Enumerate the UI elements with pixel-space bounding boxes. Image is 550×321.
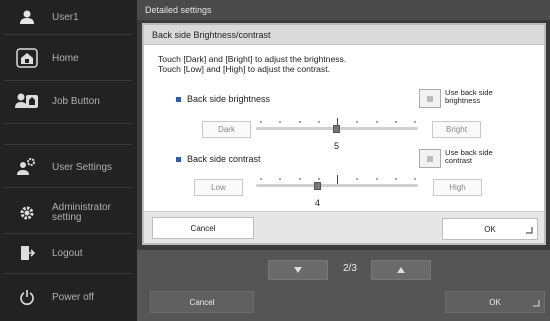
slider-tick	[376, 178, 378, 180]
brightness-label: Back side brightness	[187, 94, 271, 104]
sidebar-item-label: Home	[52, 52, 79, 64]
enter-icon	[525, 227, 533, 236]
user-name: User1	[52, 11, 79, 23]
slider-tick	[299, 178, 301, 180]
slider-tick	[376, 121, 378, 123]
instruction-line: Touch [Low] and [High] to adjust the con…	[158, 64, 330, 74]
contrast-label: Back side contrast	[187, 154, 261, 164]
sidebar-item-label: User Settings	[52, 161, 113, 173]
slider-tick	[414, 121, 416, 123]
page-title: Detailed settings	[137, 0, 550, 20]
page-down-button[interactable]	[268, 260, 328, 280]
slider-tick	[260, 178, 262, 180]
dialog-title: Back side Brightness/contrast	[144, 25, 544, 45]
slider-tick	[299, 121, 301, 123]
user-icon	[12, 10, 42, 24]
contrast-section-label: Back side contrast	[176, 154, 261, 164]
slider-tick	[318, 178, 320, 180]
dialog-ok-button[interactable]: OK	[442, 218, 538, 240]
slider-tick	[395, 178, 397, 180]
use-back-side-contrast-toggle[interactable]	[419, 149, 441, 168]
slider-tick	[395, 121, 397, 123]
bottom-cancel-button[interactable]: Cancel	[150, 291, 254, 313]
use-back-side-brightness-label: Use back side brightness	[445, 88, 493, 105]
bottom-ok-button[interactable]: OK	[445, 291, 545, 313]
power-icon	[12, 289, 42, 305]
slider-tick	[318, 121, 320, 123]
gear-icon	[12, 205, 42, 221]
sidebar-item-user-settings[interactable]: User Settings	[0, 152, 137, 182]
ok-label: OK	[489, 297, 501, 307]
sidebar-item-power-off[interactable]: Power off	[0, 283, 137, 311]
brightness-contrast-dialog: Back side Brightness/contrast Touch [Dar…	[142, 23, 546, 245]
dialog-cancel-button[interactable]: Cancel	[152, 217, 254, 239]
sidebar-item-label: Logout	[52, 247, 83, 259]
sidebar: User1 Home Job Button User Settings Admi…	[0, 0, 137, 321]
bullet-icon	[176, 96, 181, 102]
brightness-section-label: Back side brightness	[176, 94, 270, 104]
slider-tick	[260, 121, 262, 123]
page-indicator: 2/3	[343, 263, 357, 274]
ok-label: OK	[484, 224, 496, 234]
instructions: Touch [Dark] and [Bright] to adjust the …	[158, 54, 346, 74]
checkbox-icon	[427, 95, 433, 102]
sidebar-item-logout[interactable]: Logout	[0, 239, 137, 267]
logout-icon	[12, 245, 42, 261]
sidebar-item-label: Power off	[52, 291, 95, 303]
contrast-value: 4	[315, 198, 321, 208]
enter-icon	[532, 300, 540, 309]
sidebar-item-home[interactable]: Home	[0, 43, 137, 73]
contrast-slider[interactable]	[256, 173, 418, 197]
sidebar-item-administrator-setting[interactable]: Administrator setting	[0, 195, 137, 231]
dark-button[interactable]: Dark	[202, 121, 251, 138]
home-icon	[12, 48, 42, 68]
bright-button[interactable]: Bright	[432, 121, 481, 138]
checkbox-icon	[427, 155, 433, 162]
sidebar-item-label: Job Button	[52, 95, 100, 107]
slider-thumb[interactable]	[314, 182, 321, 190]
page-up-button[interactable]	[371, 260, 431, 280]
use-back-side-contrast-label: Use back side contrast	[445, 148, 493, 165]
triangle-up-icon	[397, 266, 405, 275]
brightness-value: 5	[334, 141, 340, 151]
brightness-slider[interactable]	[256, 116, 418, 140]
sidebar-item-job-button[interactable]: Job Button	[0, 86, 137, 116]
slider-tick	[279, 178, 281, 180]
dialog-footer: Cancel OK	[144, 211, 544, 243]
slider-tick	[279, 121, 281, 123]
user-indicator: User1	[0, 6, 137, 28]
low-button[interactable]: Low	[194, 179, 243, 196]
use-back-side-brightness-toggle[interactable]	[419, 89, 441, 108]
triangle-down-icon	[294, 266, 302, 275]
instruction-line: Touch [Dark] and [Bright] to adjust the …	[158, 54, 347, 64]
slider-tick	[356, 178, 358, 180]
slider-tick	[356, 121, 358, 123]
slider-tick	[414, 178, 416, 180]
bullet-icon	[176, 156, 181, 162]
high-button[interactable]: High	[433, 179, 482, 196]
user-settings-icon	[12, 158, 42, 176]
slider-thumb[interactable]	[333, 125, 340, 133]
sidebar-item-label-line2: setting	[52, 212, 82, 223]
slider-center-mark	[337, 175, 338, 184]
job-button-icon	[12, 92, 42, 110]
